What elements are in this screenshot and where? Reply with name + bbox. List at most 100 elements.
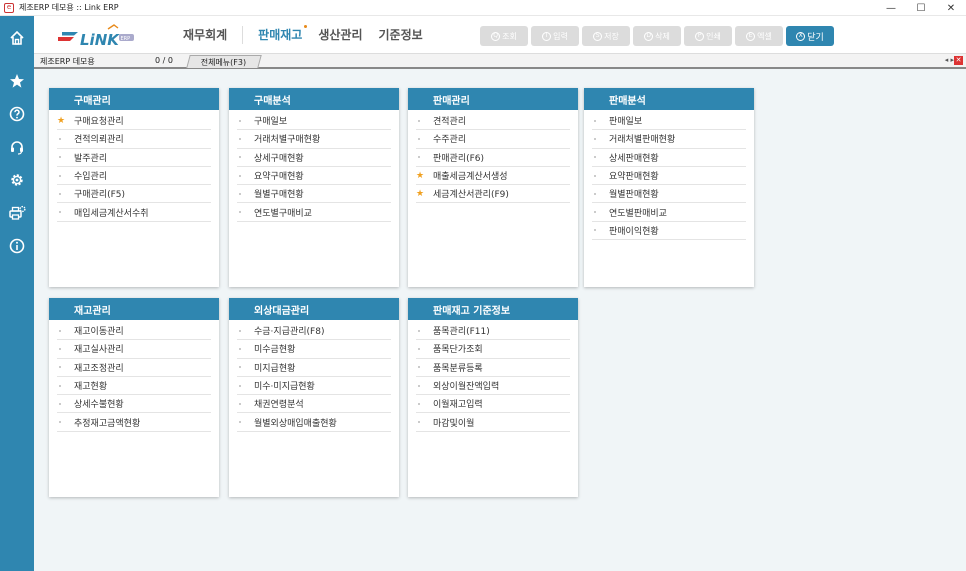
menu-item[interactable]: 상세수불현황 [57,395,211,414]
save-icon: S [593,31,603,41]
menu-item[interactable]: 재고이동관리 [57,322,211,341]
menu-item[interactable]: 수주관리 [416,130,570,149]
menu-item[interactable]: 수입관리 [57,167,211,186]
app-icon: e [4,2,14,13]
star-icon[interactable] [0,69,34,93]
menu-card-title: 구매관리 [49,88,219,110]
menu-item[interactable]: ★ 매출세금계산서생성 [416,167,570,186]
topnav-finance[interactable]: 재무회계 [182,26,228,43]
help-icon[interactable] [0,102,34,126]
delete-icon: D [644,31,654,41]
menu-item[interactable]: 월별구매현황 [237,185,391,204]
minimize-icon[interactable]: — [876,0,906,16]
menu-item[interactable]: 상세구매현황 [237,149,391,167]
topnav-production[interactable]: 생산관리 [317,26,363,43]
menu-item[interactable]: 수금·지급관리(F8) [237,322,391,341]
menu-item[interactable]: 마감및이월 [416,413,570,432]
menu-item[interactable]: 상세판매현황 [592,149,746,167]
menu-item-label: 매출세금계산서생성 [433,172,508,183]
menu-item-label: 재고조정관리 [74,363,124,374]
home-icon[interactable] [0,26,34,50]
menu-list: 구매일보 거래처별구매현황상세구매현황요약구매현황 월별구매현황 연도별구매비교 [229,110,399,222]
menu-item-label: 마감및이월 [433,418,475,429]
tab-scroll-arrows-icon[interactable]: ◂ ▸ [945,56,954,64]
menu-card: 재고관리 재고이동관리 재고실사관리 재고조정관리 재고현황 상세수불현황 추정재고금액현황 [49,298,219,497]
close-button-label: 닫기 [807,32,824,43]
search-button[interactable]: Q 조회 [480,26,528,46]
logo-badge: ERP [121,36,131,42]
menu-item[interactable]: 연도별판매비교 [592,203,746,222]
menu-item[interactable]: 미수·미지급현황 [237,377,391,396]
menu-item[interactable]: 발주관리 [57,149,211,167]
menu-item-label: 상세수불현황 [74,400,124,411]
menu-list: 재고이동관리 재고실사관리재고조정관리재고현황상세수불현황추정재고금액현황 [49,320,219,432]
maximize-icon[interactable]: ☐ [906,0,936,16]
link-erp-logo: LiNK ERP [58,23,138,49]
insert-button[interactable]: I 입력 [531,26,579,46]
menu-item-label: 미수·미지급현황 [254,382,315,393]
close-button[interactable]: X 닫기 [786,26,834,46]
delete-button[interactable]: D 삭제 [633,26,681,46]
menu-item[interactable]: 품목관리(F11) [416,322,570,341]
menu-item[interactable]: 품목단가조회 [416,340,570,359]
print-icon: P [695,31,705,41]
top-navigation: 재무회계 판매재고 생산관리 기준정보 [182,16,438,53]
topnav-divider [242,25,244,44]
menu-item[interactable]: 월별판매현황 [592,185,746,204]
close-window-icon[interactable]: ✕ [936,0,966,16]
menu-item[interactable]: 요약구매현황 [237,167,391,186]
menu-item[interactable]: 구매일보 [237,112,391,131]
topnav-master-data[interactable]: 기준정보 [378,26,424,43]
menu-item[interactable]: 판매관리(F6) [416,149,570,167]
printer-settings-icon[interactable] [0,201,34,225]
menu-item[interactable]: 판매일보 [592,112,746,131]
menu-item[interactable]: 재고조정관리 [57,359,211,377]
menu-item[interactable]: 재고실사관리 [57,340,211,359]
favorite-star-icon: ★ [57,115,66,126]
menu-item[interactable]: 추정재고금액현황 [57,413,211,432]
menu-item-label: 구매관리(F5) [74,190,126,201]
menu-item[interactable]: 품목분류등록 [416,359,570,377]
menu-card: 구매관리 ★ 구매요청관리 견적의뢰관리발주관리수입관리구매관리(F5) 매입세금계산서… [49,88,219,287]
menu-item[interactable]: 구매관리(F5) [57,185,211,204]
info-icon[interactable] [0,234,34,258]
menu-card-title: 외상대금관리 [229,298,399,320]
menu-item[interactable]: 거래처별구매현황 [237,130,391,149]
menu-item-label: 수주관리 [433,135,467,146]
menu-item-label: 상세판매현황 [609,153,659,164]
print-button[interactable]: P 인쇄 [684,26,732,46]
topnav-sales-inventory[interactable]: 판매재고 [257,25,308,43]
menu-item[interactable]: 매입세금계산서수취 [57,203,211,222]
menu-item[interactable]: 거래처별판매현황 [592,130,746,149]
menu-item[interactable]: ★ 세금계산서관리(F9) [416,185,570,204]
menu-item[interactable]: 견적관리 [416,112,570,131]
menu-item[interactable]: 재고현황 [57,377,211,396]
tab-close-icon[interactable]: ✕ [954,56,963,65]
menu-item[interactable]: 이월재고입력 [416,395,570,414]
headset-icon[interactable] [0,135,34,159]
menu-item-label: 매입세금계산서수취 [74,208,149,219]
menu-item[interactable]: 연도별구매비교 [237,203,391,222]
gear-icon[interactable] [0,168,34,192]
menu-item[interactable]: 미수금현황 [237,340,391,359]
menu-item-label: 미지급현황 [254,363,296,374]
menu-item[interactable]: 요약판매현황 [592,167,746,186]
insert-button-label: 입력 [553,31,568,41]
menu-item[interactable]: 채권연령분석 [237,395,391,414]
tab-all-menu[interactable]: 전체메뉴(F3) [186,55,262,68]
save-button[interactable]: S 저장 [582,26,630,46]
menu-card: 판매관리 견적관리 수주관리 판매관리(F6) ★ 매출세금계산서생성 ★ 세금계산서관리(F… [408,88,578,287]
menu-item[interactable]: 월별외상매입매출현황 [237,413,391,432]
menu-item-label: 상세구매현황 [254,153,304,164]
excel-button[interactable]: E 엑셀 [735,26,783,46]
menu-item-label: 월별판매현황 [609,190,659,201]
menu-item[interactable]: 견적의뢰관리 [57,130,211,149]
menu-item[interactable]: 외상이월잔액입력 [416,377,570,396]
menu-item[interactable]: 미지급현황 [237,359,391,377]
close-icon: X [796,31,806,41]
menu-item-label: 발주관리 [74,153,108,164]
menu-item[interactable]: 판매이익현황 [592,222,746,241]
search-button-label: 조회 [502,31,517,41]
menu-item[interactable]: ★ 구매요청관리 [57,112,211,131]
menu-item-label: 미수금현황 [254,345,296,356]
